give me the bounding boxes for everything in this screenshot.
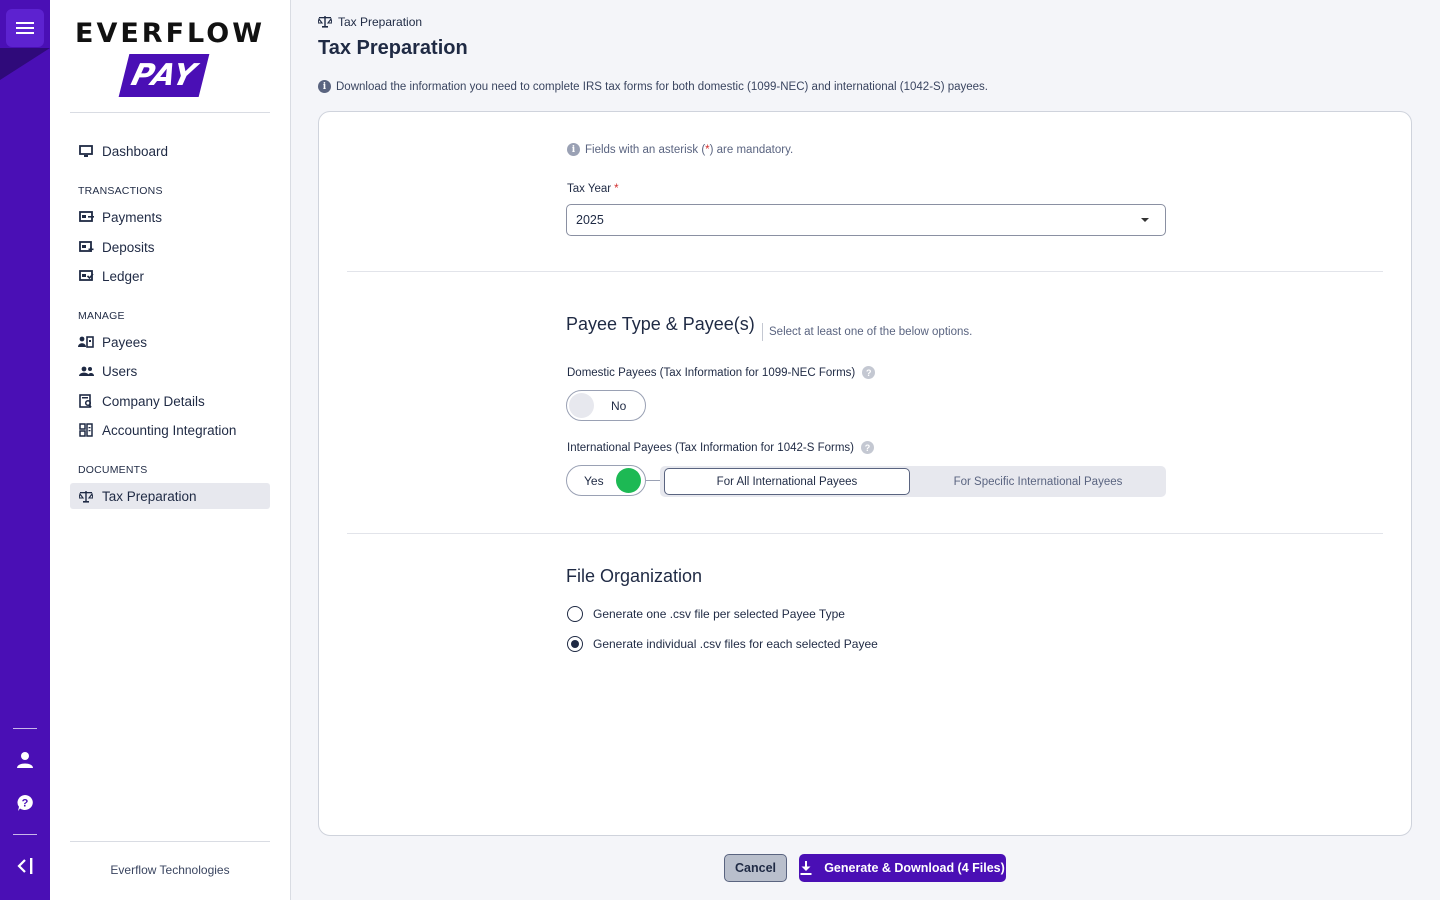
section-divider <box>347 533 1383 534</box>
sidebar-item-label: Users <box>102 363 138 379</box>
monitor-icon <box>78 143 94 159</box>
section-manage: MANAGE <box>78 310 125 322</box>
sidebar-divider <box>70 112 270 113</box>
hamburger-icon <box>16 22 34 34</box>
sidebar-item-tax-preparation[interactable]: Tax Preparation <box>70 483 270 509</box>
sidebar-item-accounting-integration[interactable]: Accounting Integration <box>70 417 270 443</box>
section-divider <box>347 271 1383 272</box>
deposit-icon <box>78 239 94 255</box>
domestic-payees-label: Domestic Payees (Tax Information for 109… <box>567 366 876 379</box>
generate-download-button[interactable]: Generate & Download (4 Files) <box>799 854 1006 882</box>
radio-button-selected[interactable] <box>567 636 583 652</box>
help-icon[interactable]: ? <box>862 366 876 379</box>
option-all-international[interactable]: For All International Payees <box>664 468 910 495</box>
info-icon: i <box>318 80 331 93</box>
sidebar-item-deposits[interactable]: Deposits <box>70 234 270 260</box>
sidebar-item-label: Ledger <box>102 268 145 284</box>
info-icon: i <box>567 143 580 156</box>
sidebar-item-dashboard[interactable]: Dashboard <box>70 138 270 164</box>
domestic-payees-toggle[interactable]: No <box>566 390 646 421</box>
ledger-icon <box>78 268 94 284</box>
option-specific-international[interactable]: For Specific International Payees <box>914 468 1162 495</box>
section-documents: DOCUMENTS <box>78 464 148 476</box>
international-scope-selector: For All International Payees For Specifi… <box>660 466 1166 497</box>
payee-section-hint: Select at least one of the below options… <box>762 323 972 341</box>
tax-year-label: Tax Year * <box>567 183 619 195</box>
sidebar-item-label: Company Details <box>102 393 205 409</box>
payees-icon <box>78 334 94 350</box>
cancel-button[interactable]: Cancel <box>724 854 787 882</box>
international-payees-toggle[interactable]: Yes <box>566 465 646 496</box>
breadcrumb-item[interactable]: Tax Preparation <box>338 15 422 29</box>
international-payees-label: International Payees (Tax Information fo… <box>567 441 874 454</box>
users-icon <box>78 363 94 379</box>
mandatory-note: i Fields with an asterisk (*) are mandat… <box>567 143 793 156</box>
user-icon <box>17 752 33 768</box>
svg-text:?: ? <box>22 798 29 810</box>
toggle-knob <box>616 468 641 493</box>
help-button[interactable]: ? <box>13 791 37 815</box>
accounting-icon <box>78 422 94 438</box>
collapse-sidebar-icon <box>17 858 33 874</box>
menu-button[interactable] <box>6 9 44 47</box>
payee-section-title: Payee Type & Payee(s) <box>566 314 755 334</box>
app-rail: ? <box>0 0 50 900</box>
file-organization-title: File Organization <box>566 566 703 586</box>
toggle-knob <box>569 393 594 418</box>
sidebar-item-ledger[interactable]: Ledger <box>70 263 270 289</box>
download-icon <box>800 861 814 875</box>
radio-one-per-type[interactable]: Generate one .csv file per selected Paye… <box>567 606 845 622</box>
sidebar-item-label: Deposits <box>102 239 155 255</box>
company-search-icon <box>78 393 94 409</box>
section-transactions: TRANSACTIONS <box>78 185 163 197</box>
rail-divider <box>13 834 37 835</box>
caret-down-icon <box>1141 218 1149 222</box>
rail-divider <box>13 728 37 729</box>
sidebar-item-payees[interactable]: Payees <box>70 329 270 355</box>
sidebar-item-users[interactable]: Users <box>70 358 270 384</box>
brand-wordmark: EVERFLOW <box>75 18 265 49</box>
toggle-connector <box>646 480 660 481</box>
sidebar-item-company-details[interactable]: Company Details <box>70 388 270 414</box>
collapse-sidebar-button[interactable] <box>13 854 37 878</box>
help-icon[interactable]: ? <box>861 441 874 454</box>
sidebar-item-label: Dashboard <box>102 143 169 159</box>
page-description: i Download the information you need to c… <box>318 80 988 93</box>
sidebar-item-label: Payments <box>102 209 163 225</box>
breadcrumb: Tax Preparation <box>317 15 422 29</box>
payment-out-icon <box>78 209 94 225</box>
sidebar-item-label: Tax Preparation <box>102 488 197 504</box>
radio-individual-files[interactable]: Generate individual .csv files for each … <box>567 636 878 652</box>
rail-decoration <box>0 48 50 80</box>
sidebar-item-label: Accounting Integration <box>102 422 237 438</box>
company-footer: Everflow Technologies <box>110 863 230 877</box>
sidebar-item-label: Payees <box>102 334 148 350</box>
help-icon: ? <box>17 795 33 811</box>
sidebar-divider <box>70 841 270 842</box>
tax-year-select[interactable]: 2025 <box>566 204 1166 236</box>
sidebar-item-payments[interactable]: Payments <box>70 204 270 230</box>
tax-form-card: i Fields with an asterisk (*) are mandat… <box>318 111 1412 836</box>
page-title: Tax Preparation <box>318 37 468 59</box>
scale-icon <box>78 488 94 504</box>
scale-icon <box>317 15 333 29</box>
sidebar: EVERFLOW PAY Dashboard TRANSACTIONS Paym… <box>50 0 291 900</box>
radio-button[interactable] <box>567 606 583 622</box>
user-button[interactable] <box>13 748 37 772</box>
brand-pay-badge: PAY <box>118 54 210 97</box>
